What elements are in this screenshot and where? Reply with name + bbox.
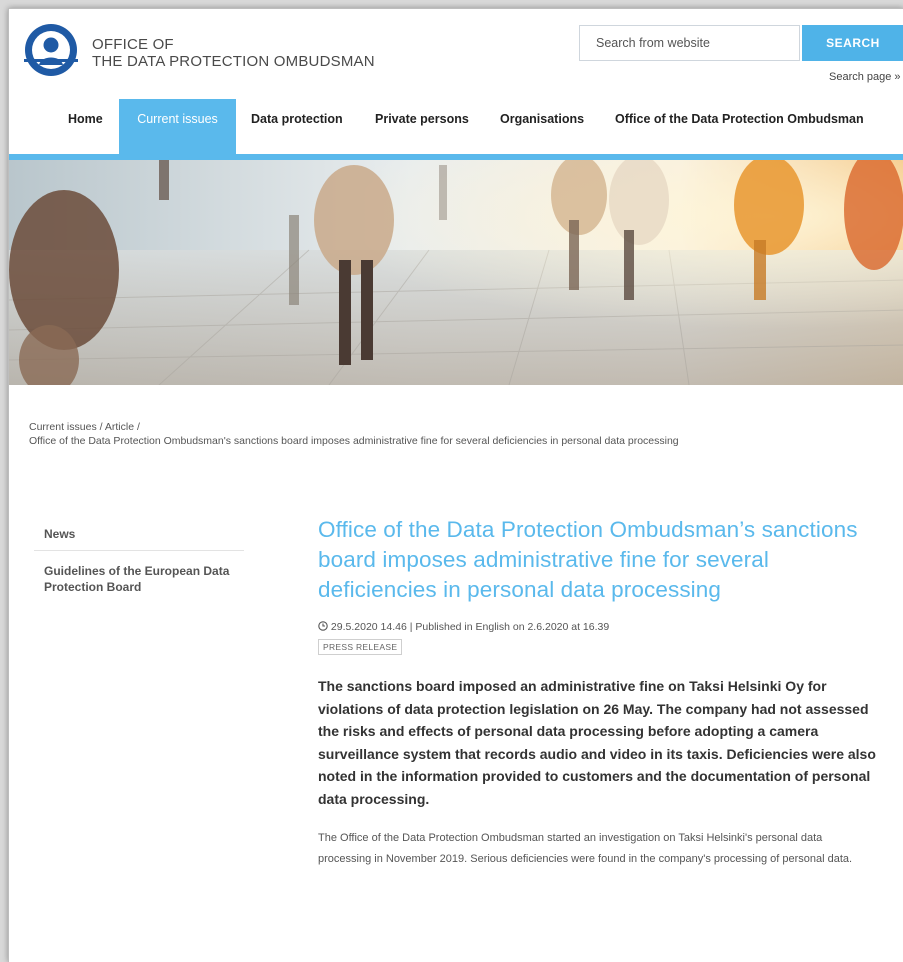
breadcrumb-article[interactable]: Article bbox=[105, 421, 134, 433]
ombudsman-logo-icon[interactable] bbox=[24, 23, 78, 77]
nav-item-current-issues[interactable]: Current issues bbox=[119, 99, 236, 154]
breadcrumb-current-page: Office of the Data Protection Ombudsman'… bbox=[29, 435, 679, 447]
breadcrumb: Current issues / Article / Office of the… bbox=[29, 421, 679, 447]
logo-line-1: OFFICE OF bbox=[92, 36, 174, 53]
breadcrumb-current-issues[interactable]: Current issues bbox=[29, 421, 97, 433]
nav-item-office[interactable]: Office of the Data Protection Ombudsman bbox=[601, 99, 878, 154]
sidebar-item-edpb-guidelines[interactable]: Guidelines of the European Data Protecti… bbox=[34, 551, 244, 595]
article: Office of the Data Protection Ombudsman’… bbox=[318, 515, 878, 870]
article-title: Office of the Data Protection Ombudsman’… bbox=[318, 517, 858, 602]
logo-line-2: THE DATA PROTECTION OMBUDSMAN bbox=[92, 53, 375, 70]
search-input[interactable] bbox=[579, 25, 800, 61]
sidebar-item-news[interactable]: News bbox=[34, 525, 244, 551]
nav-item-home[interactable]: Home bbox=[54, 99, 117, 154]
press-release-badge[interactable]: PRESS RELEASE bbox=[318, 639, 403, 655]
nav-item-private-persons[interactable]: Private persons bbox=[361, 99, 483, 154]
article-meta: 29.5.2020 14.46 | Published in English o… bbox=[318, 621, 878, 633]
hero-image-pedestrians bbox=[9, 160, 903, 385]
site-logo-text[interactable]: OFFICE OF THE DATA PROTECTION OMBUDSMAN bbox=[92, 36, 375, 70]
site-header: OFFICE OF THE DATA PROTECTION OMBUDSMAN … bbox=[9, 9, 903, 99]
article-lead: The sanctions board imposed an administr… bbox=[318, 678, 876, 807]
article-date: 29.5.2020 14.46 | Published in English o… bbox=[330, 621, 610, 633]
nav-item-data-protection[interactable]: Data protection bbox=[237, 99, 357, 154]
sidebar: News Guidelines of the European Data Pro… bbox=[34, 525, 244, 595]
search-page-link[interactable]: Search page » bbox=[829, 71, 901, 83]
clock-icon bbox=[318, 621, 328, 631]
breadcrumb-separator: / bbox=[96, 421, 105, 433]
article-body: The Office of the Data Protection Ombuds… bbox=[318, 832, 853, 865]
search-button[interactable]: SEARCH bbox=[802, 25, 903, 61]
browser-page: OFFICE OF THE DATA PROTECTION OMBUDSMAN … bbox=[8, 8, 903, 962]
main-navigation: Home Current issues Data protection Priv… bbox=[9, 99, 903, 154]
nav-item-organisations[interactable]: Organisations bbox=[486, 99, 598, 154]
